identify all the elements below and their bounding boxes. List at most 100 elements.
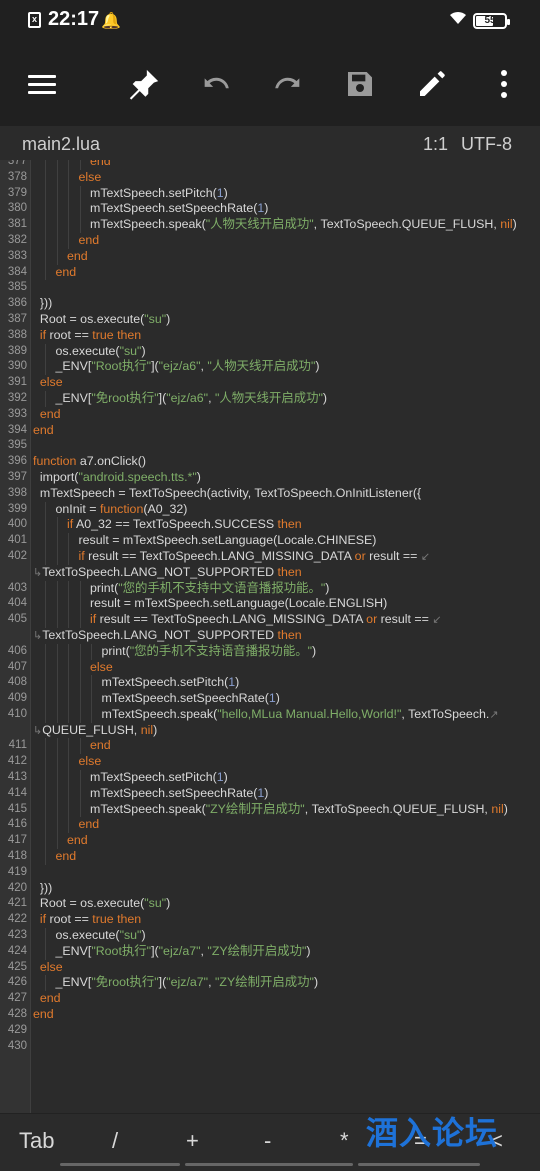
line-text: mTextSpeech.setSpeechRate(1) bbox=[90, 201, 269, 216]
line-text: end bbox=[90, 738, 111, 753]
line-text: mTextSpeech.setPitch(1) bbox=[101, 675, 240, 690]
line-text: _ENV["Root执行"]("ejz/a7", "ZY绘制开启成功") bbox=[55, 943, 311, 958]
redo-icon[interactable] bbox=[268, 64, 308, 104]
code-line[interactable]: ↳TextToSpeech.LANG_NOT_SUPPORTED then bbox=[0, 628, 540, 644]
code-line[interactable]: 416 end bbox=[0, 817, 540, 834]
line-number: 386 bbox=[7, 297, 27, 310]
line-number: 417 bbox=[7, 834, 27, 847]
line-text: end bbox=[78, 817, 100, 832]
code-line[interactable]: 397 import("android.speech.tts.*") bbox=[0, 470, 540, 486]
line-text: else bbox=[33, 959, 63, 974]
line-number: 398 bbox=[7, 486, 27, 499]
line-number: 407 bbox=[7, 660, 27, 673]
key-plus[interactable]: + bbox=[186, 1128, 199, 1154]
line-number: 405 bbox=[7, 613, 27, 626]
line-number: 385 bbox=[7, 281, 27, 294]
key-tab[interactable]: Tab bbox=[19, 1128, 54, 1154]
code-line[interactable]: 381 mTextSpeech.speak("人物天线开启成功", TextToS… bbox=[0, 217, 540, 233]
code-line[interactable]: 387 Root = os.execute("su") bbox=[0, 312, 540, 328]
editor-toolbar bbox=[0, 42, 540, 126]
code-line[interactable]: 417 end bbox=[0, 833, 540, 850]
code-line[interactable]: 419 bbox=[0, 865, 540, 881]
code-line[interactable]: 409 mTextSpeech.setSpeechRate(1) bbox=[0, 691, 540, 707]
save-icon[interactable] bbox=[340, 64, 380, 104]
code-line[interactable]: 406 print("您的手机不支持语音播报功能。") bbox=[0, 643, 540, 660]
file-encoding[interactable]: UTF-8 bbox=[461, 134, 512, 155]
code-line[interactable]: ↳TextToSpeech.LANG_NOT_SUPPORTED then bbox=[0, 565, 540, 581]
code-line[interactable]: 398 mTextSpeech = TextToSpeech(activity,… bbox=[0, 486, 540, 502]
code-line[interactable]: 410 mTextSpeech.speak("hello,MLua Manual.… bbox=[0, 706, 540, 723]
code-line[interactable]: 403 print("您的手机不支持中文语音播报功能。") bbox=[0, 580, 540, 597]
code-line[interactable]: 384 end bbox=[0, 264, 540, 281]
code-line[interactable]: 429 bbox=[0, 1023, 540, 1039]
line-number: 378 bbox=[7, 170, 27, 183]
line-number: 399 bbox=[7, 502, 27, 515]
code-line[interactable]: 422 if root == true then bbox=[0, 912, 540, 928]
line-number: 408 bbox=[7, 676, 27, 689]
code-line[interactable]: 428 end bbox=[0, 1007, 540, 1023]
code-line[interactable]: 421 Root = os.execute("su") bbox=[0, 896, 540, 912]
code-area[interactable]: 377 end 378 else 379 mTextSpeech.setPitch(1) 3… bbox=[0, 160, 540, 1054]
key-minus[interactable]: - bbox=[264, 1128, 271, 1154]
code-line[interactable]: 412 else bbox=[0, 754, 540, 771]
battery-icon: 55 bbox=[473, 13, 510, 29]
code-line[interactable]: 430 bbox=[0, 1039, 540, 1055]
code-line[interactable]: 378 else bbox=[0, 169, 540, 186]
code-line[interactable]: 386 })) bbox=[0, 296, 540, 312]
code-line[interactable]: 401 result = mTextSpeech.setLanguage(Loca… bbox=[0, 533, 540, 549]
code-line[interactable]: 383 end bbox=[0, 248, 540, 265]
code-line[interactable]: 405 if result == TextToSpeech.LANG_MISSIN… bbox=[0, 612, 540, 628]
code-line[interactable]: 379 mTextSpeech.setPitch(1) bbox=[0, 185, 540, 202]
code-line[interactable]: 394 end bbox=[0, 423, 540, 439]
code-line[interactable]: 393 end bbox=[0, 407, 540, 423]
key-slash[interactable]: / bbox=[112, 1128, 118, 1154]
code-line[interactable]: 423 os.execute("su") bbox=[0, 928, 540, 944]
line-text: else bbox=[78, 169, 102, 184]
code-line[interactable]: 413 mTextSpeech.setPitch(1) bbox=[0, 770, 540, 786]
undo-icon[interactable] bbox=[196, 64, 236, 104]
line-number: 387 bbox=[7, 312, 27, 325]
code-line[interactable]: 404 result = mTextSpeech.setLanguage(Loca… bbox=[0, 596, 540, 613]
code-line[interactable]: 414 mTextSpeech.setSpeechRate(1) bbox=[0, 785, 540, 802]
line-number: 379 bbox=[7, 186, 27, 199]
code-line[interactable]: 426 _ENV["免root执行"]("ejz/a7", "ZY绘制开启成功") bbox=[0, 975, 540, 992]
line-number: 428 bbox=[7, 1008, 27, 1021]
code-line[interactable]: 407 else bbox=[0, 659, 540, 676]
code-line[interactable]: 399 onInit = function(A0_32) bbox=[0, 501, 540, 518]
code-line[interactable]: 402 if result == TextToSpeech.LANG_MISSIN… bbox=[0, 548, 540, 565]
line-number: 388 bbox=[7, 328, 27, 341]
key-asterisk[interactable]: * bbox=[340, 1128, 349, 1154]
code-line[interactable]: 427 end bbox=[0, 991, 540, 1007]
pin-icon[interactable] bbox=[124, 64, 164, 104]
code-line[interactable]: 408 mTextSpeech.setPitch(1) bbox=[0, 675, 540, 692]
code-line[interactable]: 395 bbox=[0, 438, 540, 454]
code-editor[interactable]: 377 end 378 else 379 mTextSpeech.setPitch(1) 3… bbox=[0, 160, 540, 1113]
code-line[interactable]: 418 end bbox=[0, 849, 540, 865]
code-line[interactable]: 390 _ENV["Root执行"]("ejz/a6", "人物天线开启成功") bbox=[0, 359, 540, 376]
edit-icon[interactable] bbox=[412, 64, 452, 104]
code-line[interactable]: 420 })) bbox=[0, 881, 540, 897]
line-text: Root = os.execute("su") bbox=[33, 311, 171, 326]
code-line[interactable]: 411 end bbox=[0, 738, 540, 755]
code-line[interactable]: 400 if A0_32 == TextToSpeech.SUCCESS then bbox=[0, 517, 540, 534]
line-text: function a7.onClick() bbox=[33, 454, 146, 469]
code-line[interactable]: 382 end bbox=[0, 232, 540, 249]
code-line[interactable]: 415 mTextSpeech.speak("ZY绘制开启成功", TextToS… bbox=[0, 801, 540, 818]
code-line[interactable]: ↳QUEUE_FLUSH, nil) bbox=[0, 723, 540, 739]
code-line[interactable]: 377 end bbox=[0, 160, 540, 170]
line-number: 395 bbox=[7, 439, 27, 452]
code-line[interactable]: 424 _ENV["Root执行"]("ejz/a7", "ZY绘制开启成功") bbox=[0, 943, 540, 960]
menu-icon[interactable] bbox=[22, 64, 62, 104]
code-line[interactable]: 380 mTextSpeech.setSpeechRate(1) bbox=[0, 201, 540, 218]
line-number: 397 bbox=[7, 470, 27, 483]
file-info-bar: main2.lua 1:1 UTF-8 bbox=[0, 126, 540, 160]
code-line[interactable]: 396 function a7.onClick() bbox=[0, 454, 540, 470]
code-line[interactable]: 425 else bbox=[0, 960, 540, 976]
code-line[interactable]: 388 if root == true then bbox=[0, 328, 540, 344]
code-line[interactable]: 385 bbox=[0, 280, 540, 296]
code-line[interactable]: 391 else bbox=[0, 375, 540, 391]
more-icon[interactable] bbox=[484, 64, 524, 104]
code-line[interactable]: 389 os.execute("su") bbox=[0, 343, 540, 360]
line-number: 420 bbox=[7, 881, 27, 894]
code-line[interactable]: 392 _ENV["免root执行"]("ejz/a6", "人物天线开启成功") bbox=[0, 390, 540, 407]
